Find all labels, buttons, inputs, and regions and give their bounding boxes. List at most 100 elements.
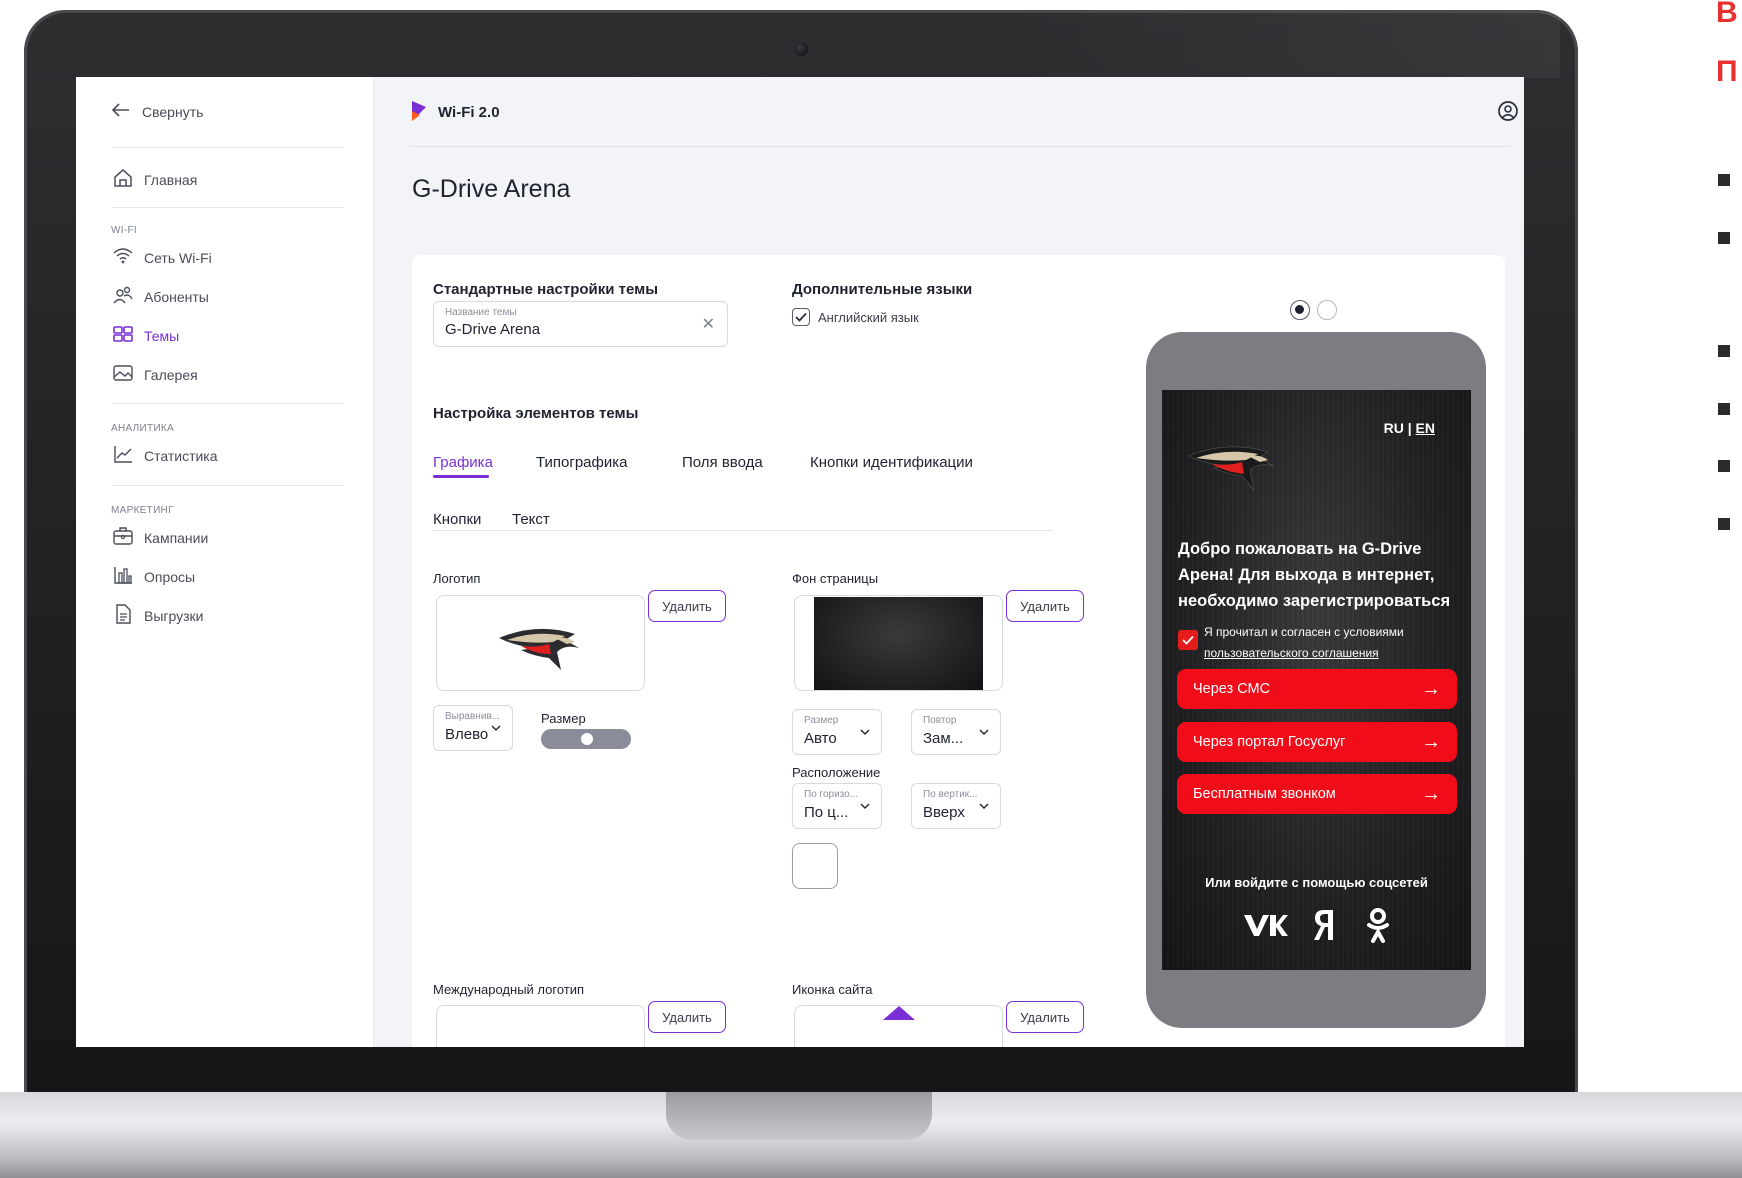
size-label: Размер xyxy=(541,711,586,726)
tab-typography[interactable]: Типографика xyxy=(536,454,627,471)
agree-prefix: Я прочитал и согласен с условиями xyxy=(1204,625,1404,639)
background-label: Фон страницы xyxy=(792,571,879,586)
yandex-icon[interactable] xyxy=(1304,900,1344,950)
logo-size-slider[interactable] xyxy=(541,729,631,749)
arrow-right-icon: → xyxy=(1421,783,1441,805)
intl-logo-label: Международный логотип xyxy=(433,982,585,997)
preview-page-1-radio[interactable] xyxy=(1290,300,1310,320)
bg-vertical-select[interactable]: По вертик... Вверх xyxy=(911,783,1001,829)
arrow-right-icon: → xyxy=(1421,678,1441,700)
hawk-logo-image xyxy=(1187,446,1275,492)
sidebar-item-subscribers[interactable]: Абоненты xyxy=(112,284,209,309)
sidebar-item-home[interactable]: Главная xyxy=(112,167,197,192)
gosuslugi-login-button[interactable]: Через портал Госуслуг → xyxy=(1177,722,1457,762)
elements-heading: Настройка элементов темы xyxy=(433,405,639,422)
english-label: Английский язык xyxy=(818,309,919,325)
agreement-link[interactable]: пользовательского соглашения xyxy=(1204,643,1404,664)
logo-align-select[interactable]: Выравнив... Влево xyxy=(433,705,513,751)
delete-logo-button[interactable]: Удалить xyxy=(648,590,726,622)
english-language-option[interactable]: Английский язык xyxy=(792,308,919,326)
home-icon xyxy=(112,167,134,192)
section-label-marketing: МАРКЕТИНГ xyxy=(111,505,174,516)
chevron-down-icon xyxy=(979,803,989,810)
sidebar-item-exports[interactable]: Выгрузки xyxy=(112,603,204,628)
sidebar-item-network[interactable]: Сеть Wi-Fi xyxy=(112,245,212,270)
sidebar-item-gallery[interactable]: Галерея xyxy=(112,362,198,387)
theme-name-field[interactable]: Название темы G-Drive Arena ✕ xyxy=(433,301,728,347)
select-caption: По горизо... xyxy=(804,789,859,800)
sidebar-item-label: Сеть Wi-Fi xyxy=(144,249,212,266)
slide-heading-line-1: В xyxy=(1716,0,1738,29)
preview-page-2-radio[interactable] xyxy=(1317,300,1337,320)
delete-favicon-button[interactable]: Удалить xyxy=(1006,1001,1084,1033)
bg-horizontal-select[interactable]: По горизо... По ц... xyxy=(792,783,882,829)
sidebar-item-label: Главная xyxy=(144,171,198,188)
sidebar-item-campaigns[interactable]: Кампании xyxy=(112,525,208,550)
welcome-text: Добро пожаловать на G-Drive Арена! Для в… xyxy=(1178,540,1451,610)
app-brand[interactable]: Wi-Fi 2.0 xyxy=(410,97,500,127)
app-name: Wi-Fi 2.0 xyxy=(438,103,500,121)
language-switcher[interactable]: RU | EN xyxy=(1384,420,1435,436)
tab-identification-buttons[interactable]: Кнопки идентификации xyxy=(810,454,973,471)
sidebar-item-polls[interactable]: Опросы xyxy=(112,564,195,589)
sidebar-item-label: Кампании xyxy=(144,529,209,546)
select-caption: Размер xyxy=(804,715,839,726)
arrow-right-icon: → xyxy=(1421,731,1441,753)
sidebar-item-statistics[interactable]: Статистика xyxy=(112,443,218,468)
extra-languages-heading: Дополнительные языки xyxy=(792,281,973,298)
agree-checkbox[interactable] xyxy=(1178,630,1198,650)
bullet xyxy=(1718,345,1730,357)
select-value: По ц... xyxy=(804,804,849,821)
lang-ru[interactable]: RU xyxy=(1384,420,1404,436)
vk-icon[interactable] xyxy=(1240,900,1290,950)
bullet xyxy=(1718,232,1730,244)
select-value: Вверх xyxy=(923,804,965,821)
slider-knob[interactable] xyxy=(581,733,593,745)
divider xyxy=(410,146,1510,147)
active-tab-indicator xyxy=(433,475,489,478)
tab-input-fields[interactable]: Поля ввода xyxy=(682,454,763,471)
bg-size-select[interactable]: Размер Авто xyxy=(792,709,882,755)
sms-login-button[interactable]: Через СМС → xyxy=(1177,669,1457,709)
bar-chart-icon xyxy=(112,564,134,589)
collapse-button[interactable]: Свернуть xyxy=(111,103,203,120)
grid-icon xyxy=(112,323,134,348)
chevron-down-icon xyxy=(860,803,870,810)
brand-logo-icon xyxy=(410,97,428,127)
divider xyxy=(112,485,344,486)
free-call-login-button[interactable]: Бесплатным звонком → xyxy=(1177,774,1457,814)
tab-buttons[interactable]: Кнопки xyxy=(433,511,481,528)
sidebar-item-label: Темы xyxy=(144,327,180,344)
button-label: Через СМС xyxy=(1193,681,1271,697)
intl-logo-preview[interactable] xyxy=(436,1005,645,1047)
document-icon xyxy=(112,603,134,628)
divider xyxy=(433,530,1053,531)
odnoklassniki-icon[interactable] xyxy=(1358,900,1398,950)
divider xyxy=(112,147,344,148)
english-checkbox[interactable] xyxy=(792,308,810,326)
hawk-logo-image xyxy=(499,628,579,670)
sidebar-item-themes[interactable]: Темы xyxy=(112,323,179,348)
lang-en[interactable]: EN xyxy=(1416,420,1435,436)
favicon-image xyxy=(883,1006,915,1020)
arrow-left-icon xyxy=(111,103,130,120)
clear-icon[interactable]: ✕ xyxy=(702,314,715,334)
favicon-label: Иконка сайта xyxy=(792,982,873,997)
tab-graphics[interactable]: Графика xyxy=(433,454,493,471)
laptop-notch xyxy=(666,1092,932,1140)
background-preview[interactable] xyxy=(794,595,1003,691)
standard-settings-heading: Стандартные настройки темы xyxy=(433,281,659,298)
logo-preview[interactable] xyxy=(436,595,645,691)
position-label: Расположение xyxy=(792,765,881,780)
button-label: Бесплатным звонком xyxy=(1193,786,1336,802)
select-caption: Выравнив... xyxy=(445,711,501,722)
delete-intl-logo-button[interactable]: Удалить xyxy=(648,1001,726,1033)
favicon-preview[interactable] xyxy=(794,1005,1003,1047)
account-icon[interactable] xyxy=(1496,99,1522,125)
tab-text[interactable]: Текст xyxy=(512,511,550,528)
header: Wi-Fi 2.0 xyxy=(374,77,1524,147)
delete-background-button[interactable]: Удалить xyxy=(1006,590,1084,622)
sidebar-item-label: Выгрузки xyxy=(144,607,204,624)
background-color-picker[interactable] xyxy=(792,843,838,889)
bg-repeat-select[interactable]: Повтор Зам... xyxy=(911,709,1001,755)
